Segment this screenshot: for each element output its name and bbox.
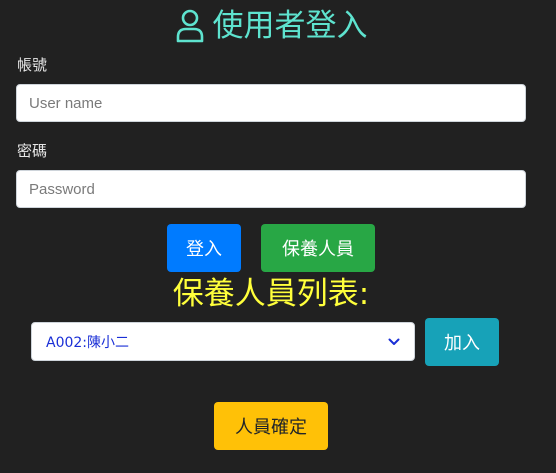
password-input[interactable] xyxy=(16,170,526,208)
caretaker-select[interactable]: A002:陳小二 xyxy=(31,322,415,361)
caretaker-button[interactable]: 保養人員 xyxy=(261,224,375,272)
username-input[interactable] xyxy=(16,84,526,122)
username-label: 帳號 xyxy=(17,56,48,74)
caretaker-select-value: A002:陳小二 xyxy=(46,334,130,351)
caretaker-list-title: 保養人員列表: xyxy=(172,276,370,312)
login-header: 使用者登入 xyxy=(0,6,542,46)
chevron-down-icon xyxy=(388,338,400,345)
page-title: 使用者登入 xyxy=(212,8,368,44)
add-button[interactable]: 加入 xyxy=(425,318,499,366)
user-icon xyxy=(176,9,203,43)
password-label: 密碼 xyxy=(17,142,48,160)
login-button[interactable]: 登入 xyxy=(167,224,241,272)
login-page: 使用者登入 帳號 密碼 登入 保養人員 保養人員列表: A002:陳小二 加入 … xyxy=(0,0,556,473)
confirm-caretaker-button[interactable]: 人員確定 xyxy=(214,402,328,450)
